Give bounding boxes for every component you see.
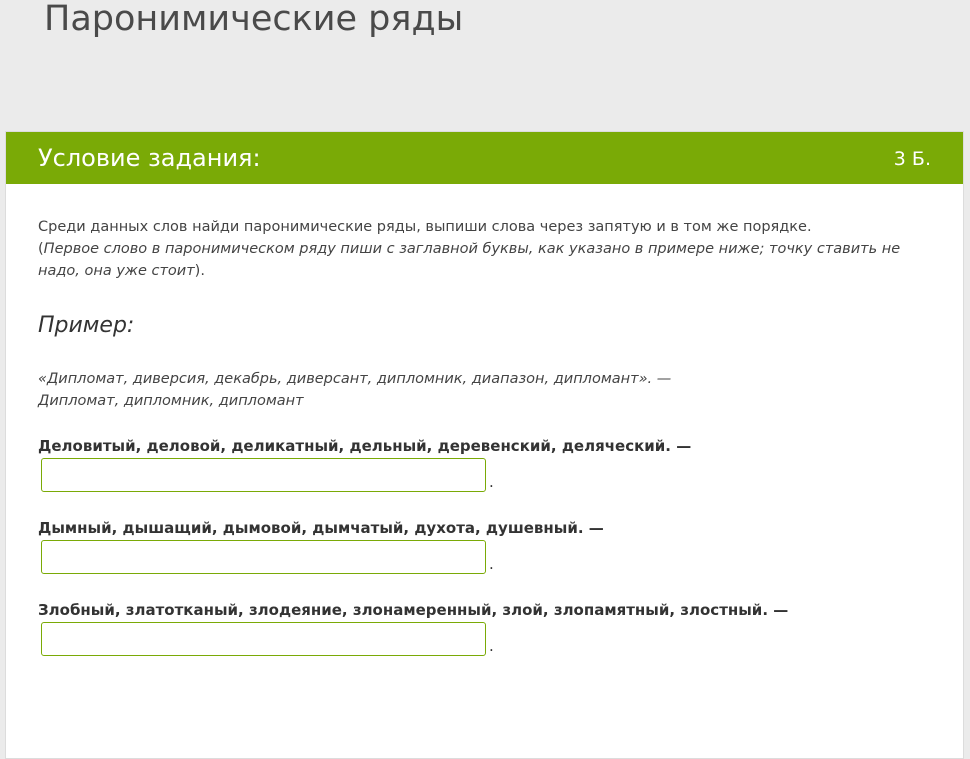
question-2-period: . bbox=[489, 555, 494, 573]
instruction-text: Среди данных слов найди паронимические р… bbox=[38, 219, 812, 235]
question-1-period: . bbox=[489, 473, 494, 491]
question-1-text: Деловитый, деловой, деликатный, дельный,… bbox=[38, 437, 692, 455]
question-3-period: . bbox=[489, 637, 494, 655]
example-heading: Пример: bbox=[38, 313, 135, 338]
question-1: Деловитый, деловой, деликатный, дельный,… bbox=[38, 436, 931, 492]
question-3-answer-input[interactable] bbox=[41, 622, 486, 656]
question-3-text: Злобный, златотканый, злодеяние, злонаме… bbox=[38, 601, 789, 619]
question-3: Злобный, златотканый, злодеяние, злонаме… bbox=[38, 600, 931, 656]
question-2-answer-row: . bbox=[41, 540, 931, 574]
task-card: Условие задания: 3 Б. Среди данных слов … bbox=[5, 131, 964, 759]
question-2: Дымный, дышащий, дымовой, дымчатый, духо… bbox=[38, 518, 931, 574]
task-instructions: Среди данных слов найди паронимические р… bbox=[38, 216, 931, 282]
task-header-title: Условие задания: bbox=[38, 144, 261, 172]
instruction-note: Первое слово в паронимическом ряду пиши … bbox=[38, 241, 901, 279]
question-1-answer-input[interactable] bbox=[41, 458, 486, 492]
question-1-answer-row: . bbox=[41, 458, 931, 492]
example-answer: Дипломат, дипломник, дипломант bbox=[38, 393, 304, 409]
task-body: Среди данных слов найди паронимические р… bbox=[6, 184, 963, 656]
task-header: Условие задания: 3 Б. bbox=[6, 132, 963, 184]
instruction-note-close: ). bbox=[194, 263, 205, 279]
example-block: «Дипломат, диверсия, декабрь, диверсант,… bbox=[38, 368, 931, 412]
question-2-answer-input[interactable] bbox=[41, 540, 486, 574]
example-source: «Дипломат, диверсия, декабрь, диверсант,… bbox=[38, 371, 672, 387]
question-3-answer-row: . bbox=[41, 622, 931, 656]
question-2-text: Дымный, дышащий, дымовой, дымчатый, духо… bbox=[38, 519, 604, 537]
task-score: 3 Б. bbox=[893, 148, 931, 170]
page-title: Паронимические ряды bbox=[44, 0, 464, 39]
